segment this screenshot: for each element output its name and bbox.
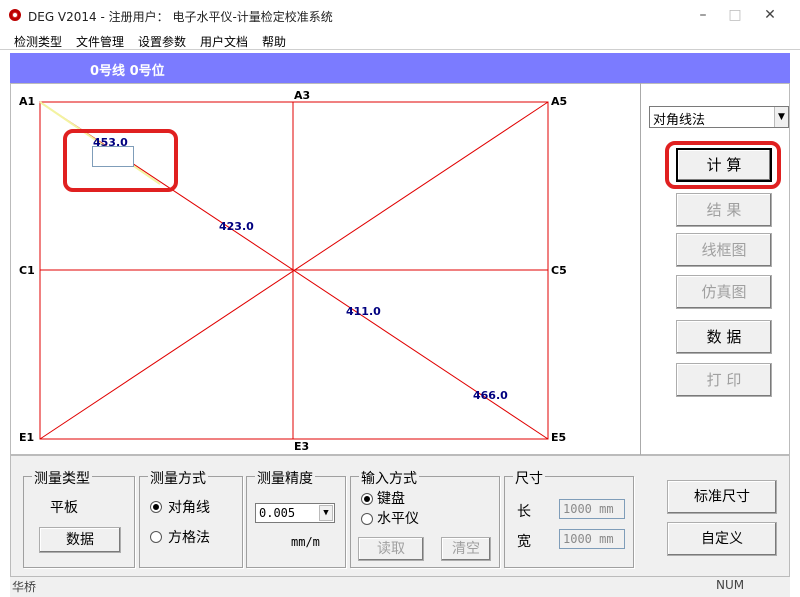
radio-grid-label: 方格法 [168,530,210,546]
size-group: 尺寸 长 1000 mm 宽 1000 mm [504,468,634,568]
app-icon [9,9,21,21]
corner-c1: C1 [19,264,35,277]
status-num-indicator: NUM [716,578,745,592]
measurement-type-title: 测量类型 [32,468,92,488]
chevron-down-icon[interactable]: ▼ [319,505,333,521]
close-button[interactable]: ✕ [755,4,785,26]
panel-divider [640,83,641,455]
calculate-highlight-annotation [665,141,781,189]
radio-grid[interactable] [150,531,162,543]
bottom-panel: 测量类型 平板 数据 测量方式 对角线 方格法 测量精度 0.005 ▼ mm/… [10,455,790,577]
value-bottom-right: 466.0 [473,389,508,402]
radio-diagonal-label: 对角线 [168,500,210,516]
clear-button[interactable]: 清空 [441,537,491,561]
menu-bar: 检测类型 文件管理 设置参数 用户文档 帮助 [0,30,800,50]
menu-file-management[interactable]: 文件管理 [76,33,124,50]
measurement-type-group: 测量类型 平板 数据 [23,468,135,568]
menu-user-docs[interactable]: 用户文档 [200,33,248,50]
input-method-title: 输入方式 [359,468,419,488]
menu-settings[interactable]: 设置参数 [138,33,186,50]
precision-value: 0.005 [259,506,296,520]
corner-e1: E1 [19,431,35,444]
custom-size-button[interactable]: 自定义 [667,522,777,556]
data-button[interactable]: 数 据 [676,320,772,354]
corner-a5: A5 [551,95,568,108]
method-dropdown[interactable]: 对角线法 ▼ [649,106,789,128]
chevron-down-icon[interactable]: ▼ [774,107,788,127]
status-banner: 0号线 0号位 [10,53,790,83]
window-title: DEG V2014 - 注册用户： 电子水平仪-计量检定校准系统 [28,10,333,24]
measurement-method-title: 测量方式 [148,468,208,488]
status-left-text: 华桥 [12,580,37,594]
corner-a3: A3 [294,89,311,102]
print-button[interactable]: 打 印 [676,363,772,397]
maximize-button[interactable]: □ [720,4,750,26]
menu-detect-type[interactable]: 检测类型 [14,33,62,50]
width-label: 宽 [517,534,531,550]
simulation-button[interactable]: 仿真图 [676,275,772,309]
radio-diagonal[interactable] [150,501,162,513]
method-dropdown-value: 对角线法 [653,113,706,128]
corner-c5: C5 [551,264,567,277]
result-button[interactable]: 结 果 [676,193,772,227]
precision-title: 测量精度 [255,468,315,488]
corner-a1: A1 [19,95,36,108]
wireframe-button[interactable]: 线框图 [676,233,772,267]
width-field[interactable]: 1000 mm [559,529,625,549]
measurement-method-group: 测量方式 对角线 方格法 [139,468,243,568]
menu-help[interactable]: 帮助 [262,33,286,50]
precision-dropdown[interactable]: 0.005 ▼ [255,503,335,523]
radio-level[interactable] [361,513,373,525]
precision-group: 测量精度 0.005 ▼ mm/m [246,468,346,568]
radio-keyboard[interactable] [361,493,373,505]
input-method-group: 输入方式 键盘 水平仪 读取 清空 [350,468,500,568]
size-title: 尺寸 [513,468,545,488]
corner-e3: E3 [294,440,310,453]
value-upper-mid: 423.0 [219,220,254,233]
minimize-button[interactable]: – [688,4,718,26]
radio-keyboard-label: 键盘 [377,491,405,507]
input-highlight-annotation [63,129,178,192]
radio-level-label: 水平仪 [377,511,419,527]
type-data-button[interactable]: 数据 [39,527,121,553]
title-bar: DEG V2014 - 注册用户： 电子水平仪-计量检定校准系统 – □ ✕ [0,0,800,30]
corner-e5: E5 [551,431,567,444]
length-field[interactable]: 1000 mm [559,499,625,519]
precision-unit: mm/m [291,535,320,549]
read-button[interactable]: 读取 [358,537,424,561]
standard-size-button[interactable]: 标准尺寸 [667,480,777,514]
status-bar: 华桥 NUM [10,577,790,597]
length-label: 长 [517,504,531,520]
banner-text: 0号线 0号位 [90,64,165,79]
value-lower-mid: 411.0 [346,305,381,318]
plate-type-label: 平板 [50,500,78,516]
